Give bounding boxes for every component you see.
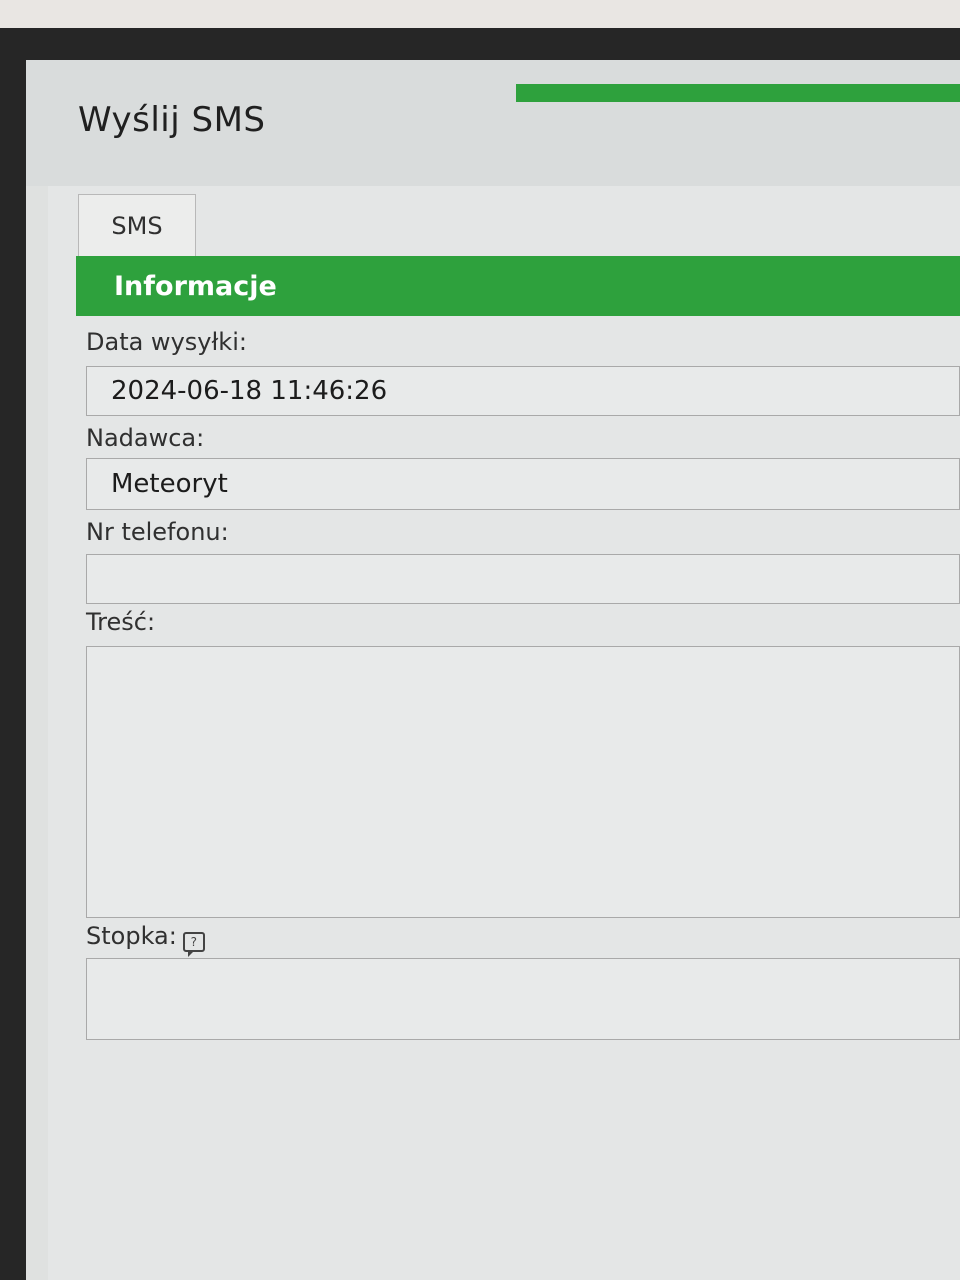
content-textarea[interactable]: [86, 646, 960, 918]
section-header-informacje: Informacje: [76, 256, 960, 316]
content-label: Treść:: [86, 608, 156, 636]
footer-label: Stopka:: [86, 922, 177, 950]
screen: Wyślij SMS SMS Informacje Data wysyłki: …: [26, 60, 960, 1280]
phone-input[interactable]: [86, 554, 960, 604]
window-title: Wyślij SMS: [78, 100, 266, 140]
send-date-input[interactable]: [86, 366, 960, 416]
tab-sms[interactable]: SMS: [78, 194, 196, 256]
send-date-label: Data wysyłki:: [86, 328, 247, 356]
form-panel: SMS Informacje Data wysyłki: Nadawca: Nr…: [48, 186, 960, 1280]
footer-textarea[interactable]: [86, 958, 960, 1040]
comment-question-icon[interactable]: ?: [182, 932, 205, 957]
sender-label: Nadawca:: [86, 424, 205, 452]
phone-label: Nr telefonu:: [86, 518, 229, 546]
window-title-bar: Wyślij SMS: [26, 60, 960, 186]
sender-input[interactable]: [86, 458, 960, 510]
footer-label-row: Stopka:?: [86, 922, 205, 957]
title-accent-strip: [516, 84, 960, 102]
